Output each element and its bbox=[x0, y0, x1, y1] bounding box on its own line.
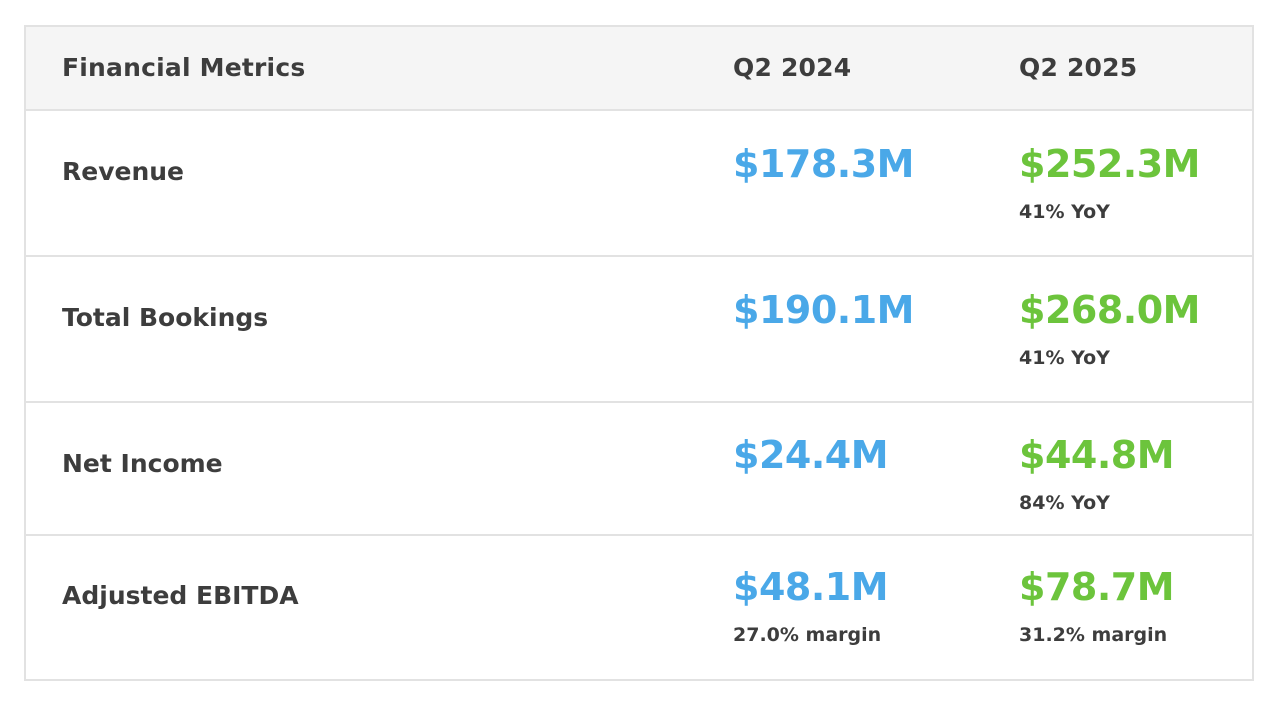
q2-2025-cell: $252.3M 41% YoY bbox=[1019, 145, 1200, 223]
header-financial-metrics: Financial Metrics bbox=[62, 53, 306, 82]
q2-2025-value: $78.7M bbox=[1019, 565, 1175, 609]
financial-metrics-table: Financial Metrics Q2 2024 Q2 2025 Revenu… bbox=[24, 25, 1254, 681]
q2-2024-value: $24.4M bbox=[733, 433, 889, 477]
table-header-row: Financial Metrics Q2 2024 Q2 2025 bbox=[26, 27, 1252, 111]
table-row: Total Bookings $190.1M $268.0M 41% YoY bbox=[26, 257, 1252, 403]
q2-2025-value: $44.8M bbox=[1019, 433, 1175, 477]
q2-2025-cell: $44.8M 84% YoY bbox=[1019, 433, 1175, 514]
metric-label-revenue: Revenue bbox=[62, 157, 185, 186]
q2-2024-cell: $48.1M 27.0% margin bbox=[733, 565, 889, 646]
q2-2025-margin-note: 31.2% margin bbox=[1019, 624, 1168, 646]
header-q2-2025: Q2 2025 bbox=[1019, 53, 1138, 82]
metric-label-total-bookings: Total Bookings bbox=[62, 303, 269, 332]
q2-2024-cell: $178.3M bbox=[733, 145, 914, 183]
q2-2025-yoy-note: 41% YoY bbox=[1019, 201, 1110, 223]
q2-2024-cell: $190.1M bbox=[733, 291, 914, 329]
table-row: Revenue $178.3M $252.3M 41% YoY bbox=[26, 111, 1252, 257]
q2-2025-yoy-note: 84% YoY bbox=[1019, 492, 1110, 514]
q2-2024-margin-note: 27.0% margin bbox=[733, 624, 882, 646]
q2-2025-cell: $78.7M 31.2% margin bbox=[1019, 565, 1175, 646]
metric-label-net-income: Net Income bbox=[62, 449, 223, 478]
q2-2024-cell: $24.4M bbox=[733, 433, 889, 477]
q2-2025-value: $268.0M bbox=[1019, 288, 1200, 332]
table-row: Net Income $24.4M $44.8M 84% YoY bbox=[26, 403, 1252, 536]
table-row: Adjusted EBITDA $48.1M 27.0% margin $78.… bbox=[26, 536, 1252, 681]
header-q2-2024: Q2 2024 bbox=[733, 53, 852, 82]
metric-label-adjusted-ebitda: Adjusted EBITDA bbox=[62, 581, 299, 610]
q2-2024-value: $48.1M bbox=[733, 565, 889, 609]
q2-2025-value: $252.3M bbox=[1019, 142, 1200, 186]
q2-2024-value: $178.3M bbox=[733, 142, 914, 186]
q2-2025-yoy-note: 41% YoY bbox=[1019, 347, 1110, 369]
q2-2024-value: $190.1M bbox=[733, 288, 914, 332]
q2-2025-cell: $268.0M 41% YoY bbox=[1019, 291, 1200, 369]
